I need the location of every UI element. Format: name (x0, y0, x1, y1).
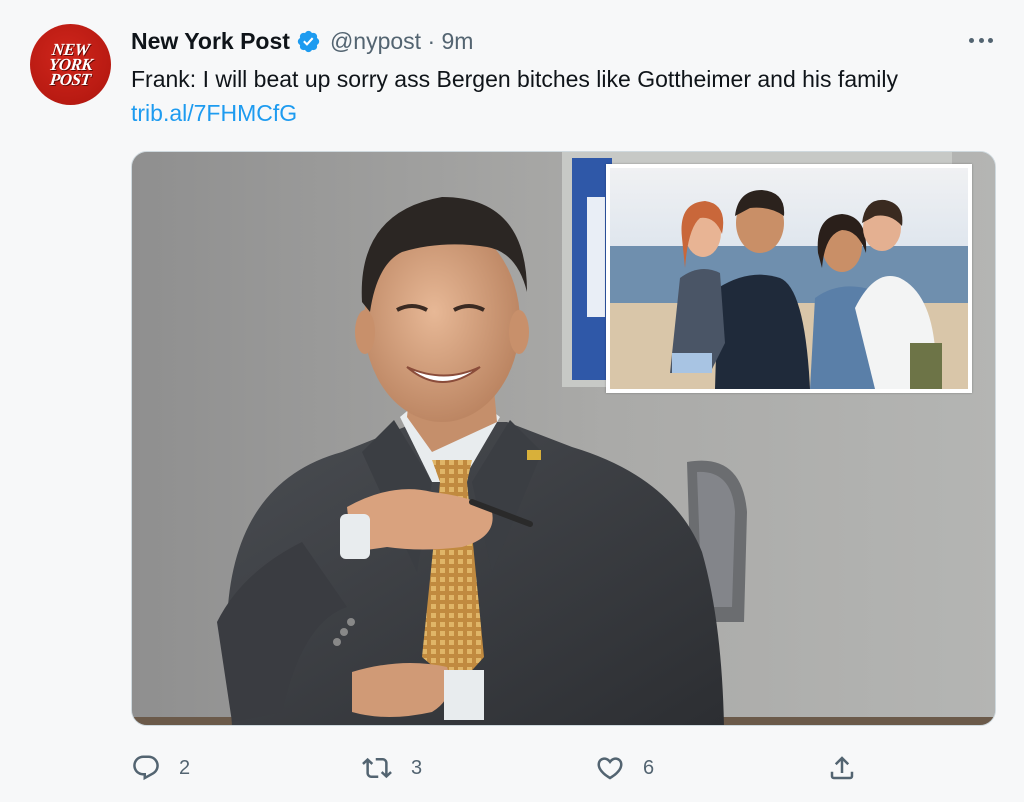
tweet-text: Frank: I will beat up sorry ass Bergen b… (131, 66, 898, 92)
more-options-icon[interactable] (966, 30, 996, 50)
retweet-button[interactable]: 3 (361, 748, 422, 788)
reply-icon (131, 753, 161, 783)
like-button[interactable]: 6 (595, 748, 654, 788)
like-icon (595, 753, 625, 783)
share-button[interactable] (827, 748, 857, 788)
tweet-photo[interactable] (131, 151, 996, 726)
author-name[interactable]: New York Post (131, 28, 290, 55)
retweet-count: 3 (411, 756, 423, 779)
handle-and-timestamp[interactable]: @nypost · 9m (330, 28, 474, 55)
avatar[interactable]: NEW YORK POST (30, 24, 111, 105)
avatar-logo-line: POST (49, 70, 92, 89)
verified-badge-icon (296, 29, 321, 54)
retweet-icon (361, 753, 393, 783)
like-count: 6 (643, 756, 655, 779)
reply-button[interactable]: 2 (131, 748, 190, 788)
tweet-card[interactable]: NEW YORK POST New York Post @nypost · 9m… (0, 0, 1024, 802)
tweet-header: New York Post @nypost · 9m (131, 26, 473, 56)
action-bar: 2 3 6 (0, 748, 1024, 788)
tweet-link[interactable]: trib.al/7FHMCfG (131, 98, 297, 128)
reply-count: 2 (179, 756, 191, 779)
share-icon (827, 753, 857, 783)
inset-family-photo (606, 164, 972, 393)
